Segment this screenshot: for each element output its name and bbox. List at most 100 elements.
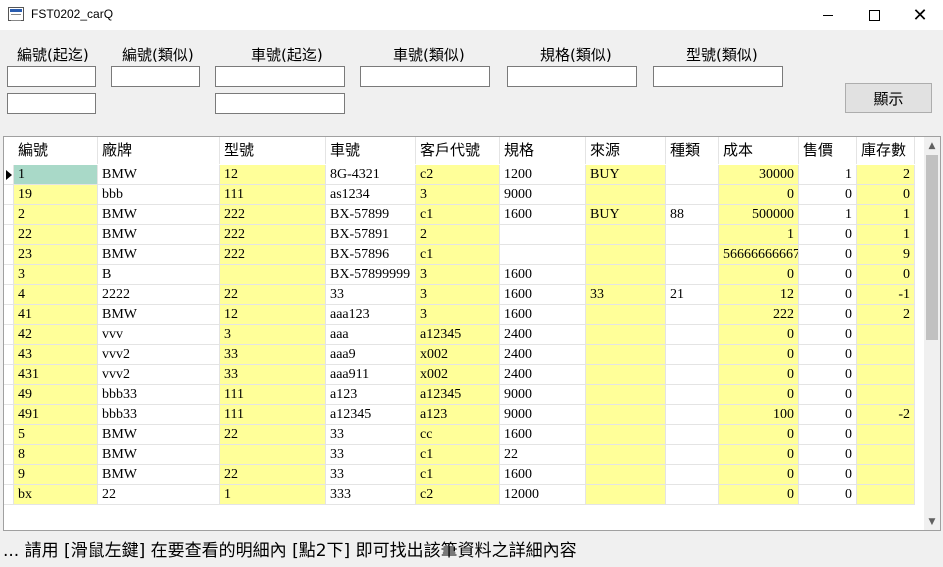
- cell-customer[interactable]: c2: [416, 165, 500, 185]
- cell-source[interactable]: [586, 445, 666, 465]
- cell-model[interactable]: 33: [220, 345, 326, 365]
- cell-spec[interactable]: 1600: [500, 465, 586, 485]
- row-selector[interactable]: [4, 265, 14, 285]
- row-selector[interactable]: [4, 225, 14, 245]
- cell-model[interactable]: 22: [220, 285, 326, 305]
- column-header-brand[interactable]: 廠牌: [98, 137, 220, 164]
- cell-price[interactable]: 0: [799, 385, 857, 405]
- minimize-button[interactable]: [805, 0, 851, 30]
- cell-spec[interactable]: 2400: [500, 345, 586, 365]
- cell-price[interactable]: 0: [799, 445, 857, 465]
- cell-id[interactable]: 3: [14, 265, 98, 285]
- cell-spec[interactable]: [500, 225, 586, 245]
- row-selector[interactable]: [4, 185, 14, 205]
- cell-plate[interactable]: 8G-4321: [326, 165, 416, 185]
- column-header-cost[interactable]: 成本: [719, 137, 799, 164]
- cell-brand[interactable]: vvv2: [98, 345, 220, 365]
- cell-source[interactable]: [586, 465, 666, 485]
- cell-type[interactable]: [666, 485, 719, 505]
- cell-plate[interactable]: aaa911: [326, 365, 416, 385]
- column-header-source[interactable]: 來源: [586, 137, 666, 164]
- cell-stock[interactable]: 2: [857, 305, 915, 325]
- cell-stock[interactable]: 1: [857, 225, 915, 245]
- column-header-spec[interactable]: 規格: [500, 137, 586, 164]
- cell-model[interactable]: 33: [220, 365, 326, 385]
- cell-brand[interactable]: BMW: [98, 465, 220, 485]
- cell-customer[interactable]: a12345: [416, 385, 500, 405]
- scroll-up-icon[interactable]: ▲: [924, 137, 940, 154]
- cell-source[interactable]: [586, 185, 666, 205]
- cell-source[interactable]: [586, 345, 666, 365]
- cell-source[interactable]: BUY: [586, 205, 666, 225]
- column-header-customer[interactable]: 客戶代號: [416, 137, 500, 164]
- cell-price[interactable]: 0: [799, 285, 857, 305]
- cell-model[interactable]: 222: [220, 245, 326, 265]
- cell-spec[interactable]: 1200: [500, 165, 586, 185]
- cell-brand[interactable]: BMW: [98, 425, 220, 445]
- cell-type[interactable]: [666, 305, 719, 325]
- row-selector[interactable]: [4, 465, 14, 485]
- cell-type[interactable]: [666, 425, 719, 445]
- cell-price[interactable]: 0: [799, 185, 857, 205]
- column-header-plate[interactable]: 車號: [326, 137, 416, 164]
- scroll-down-icon[interactable]: ▼: [924, 513, 940, 530]
- row-selector[interactable]: [4, 405, 14, 425]
- plate-from-input[interactable]: [215, 66, 345, 87]
- cell-customer[interactable]: c1: [416, 445, 500, 465]
- cell-type[interactable]: [666, 265, 719, 285]
- cell-stock[interactable]: [857, 385, 915, 405]
- cell-plate[interactable]: 333: [326, 485, 416, 505]
- cell-brand[interactable]: bbb: [98, 185, 220, 205]
- column-header-model[interactable]: 型號: [220, 137, 326, 164]
- row-selector[interactable]: [4, 485, 14, 505]
- cell-stock[interactable]: 0: [857, 265, 915, 285]
- cell-brand[interactable]: 22: [98, 485, 220, 505]
- cell-cost[interactable]: 0: [719, 385, 799, 405]
- cell-type[interactable]: [666, 405, 719, 425]
- cell-type[interactable]: [666, 185, 719, 205]
- cell-brand[interactable]: bbb33: [98, 385, 220, 405]
- cell-plate[interactable]: 33: [326, 445, 416, 465]
- cell-source[interactable]: [586, 385, 666, 405]
- cell-cost[interactable]: 0: [719, 365, 799, 385]
- cell-cost[interactable]: 222: [719, 305, 799, 325]
- cell-stock[interactable]: [857, 445, 915, 465]
- cell-id[interactable]: 41: [14, 305, 98, 325]
- cell-spec[interactable]: [500, 245, 586, 265]
- cell-stock[interactable]: 1: [857, 205, 915, 225]
- cell-brand[interactable]: B: [98, 265, 220, 285]
- cell-model[interactable]: 111: [220, 385, 326, 405]
- cell-price[interactable]: 1: [799, 165, 857, 185]
- cell-id[interactable]: 491: [14, 405, 98, 425]
- plate-like-input[interactable]: [360, 66, 490, 87]
- cell-customer[interactable]: c2: [416, 485, 500, 505]
- cell-price[interactable]: 0: [799, 465, 857, 485]
- cell-id[interactable]: 42: [14, 325, 98, 345]
- cell-id[interactable]: 431: [14, 365, 98, 385]
- row-selector[interactable]: [4, 205, 14, 225]
- cell-type[interactable]: [666, 345, 719, 365]
- cell-price[interactable]: 0: [799, 325, 857, 345]
- cell-customer[interactable]: cc: [416, 425, 500, 445]
- cell-stock[interactable]: -1: [857, 285, 915, 305]
- cell-spec[interactable]: 2400: [500, 365, 586, 385]
- cell-customer[interactable]: 3: [416, 185, 500, 205]
- cell-customer[interactable]: c1: [416, 465, 500, 485]
- cell-stock[interactable]: 2: [857, 165, 915, 185]
- cell-id[interactable]: 19: [14, 185, 98, 205]
- cell-cost[interactable]: 12: [719, 285, 799, 305]
- cell-plate[interactable]: 33: [326, 465, 416, 485]
- cell-price[interactable]: 1: [799, 205, 857, 225]
- cell-stock[interactable]: [857, 325, 915, 345]
- row-selector[interactable]: [4, 445, 14, 465]
- cell-model[interactable]: 222: [220, 205, 326, 225]
- row-selector[interactable]: [4, 345, 14, 365]
- cell-id[interactable]: 49: [14, 385, 98, 405]
- cell-stock[interactable]: [857, 465, 915, 485]
- cell-type[interactable]: [666, 465, 719, 485]
- cell-model[interactable]: 22: [220, 465, 326, 485]
- cell-type[interactable]: [666, 325, 719, 345]
- cell-price[interactable]: 0: [799, 485, 857, 505]
- cell-cost[interactable]: 100: [719, 405, 799, 425]
- cell-source[interactable]: [586, 305, 666, 325]
